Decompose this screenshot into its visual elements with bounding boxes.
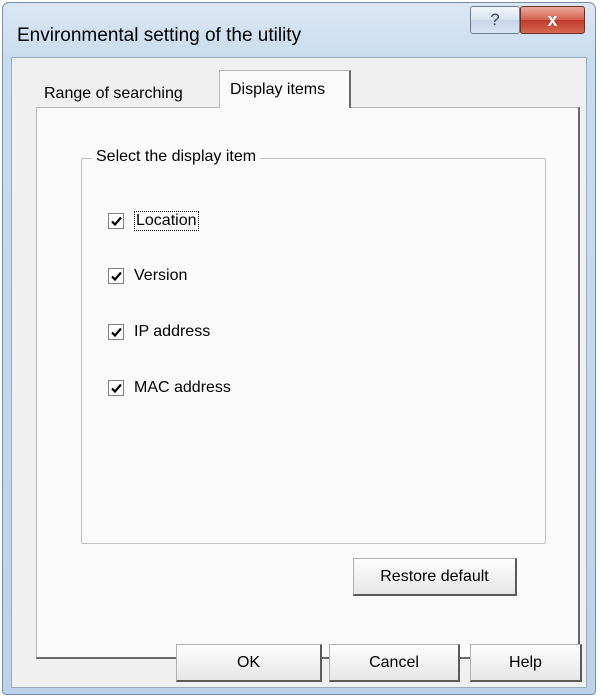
ok-button[interactable]: OK	[176, 644, 322, 682]
ok-label: OK	[236, 653, 261, 671]
version-checkbox-row[interactable]: Version	[108, 267, 187, 285]
location-checkbox-row[interactable]: Location	[108, 211, 199, 231]
tab-label: Display items	[230, 80, 326, 98]
dialog-client-area: Range of searching Select the display it…	[11, 57, 587, 688]
ip-address-label: IP address	[134, 323, 211, 340]
location-label: Location	[134, 211, 199, 231]
close-button[interactable]: x	[520, 6, 585, 34]
context-help-button[interactable]: ?	[470, 6, 520, 34]
mac-address-label: MAC address	[134, 379, 231, 396]
groupbox-label: Select the display item	[92, 148, 261, 166]
question-mark-icon: ?	[490, 10, 500, 29]
tab-panel-display-items: Select the display item Location Version	[36, 107, 580, 659]
ip-address-checkbox[interactable]	[108, 324, 124, 340]
version-checkbox[interactable]	[108, 268, 124, 284]
location-checkbox[interactable]	[108, 213, 124, 229]
mac-address-checkbox[interactable]	[108, 380, 124, 396]
display-item-groupbox: Select the display item Location Version	[81, 148, 546, 544]
checkmark-icon	[110, 327, 122, 337]
close-icon: x	[547, 9, 558, 30]
checkmark-icon	[110, 216, 122, 226]
cancel-button[interactable]: Cancel	[329, 644, 460, 682]
window-title: Environmental setting of the utility	[17, 25, 302, 46]
checkmark-icon	[110, 271, 122, 281]
dialog-window: Environmental setting of the utility ? x…	[2, 2, 596, 695]
checkmark-icon	[110, 383, 122, 393]
cancel-label: Cancel	[369, 653, 419, 671]
tab-label: Range of searching	[44, 85, 183, 102]
version-label: Version	[134, 267, 188, 284]
help-label: Help	[509, 653, 542, 671]
help-button[interactable]: Help	[470, 644, 582, 682]
title-bar[interactable]: Environmental setting of the utility ? x	[3, 3, 595, 57]
tab-display-items[interactable]: Display items	[219, 70, 351, 108]
ip-address-checkbox-row[interactable]: IP address	[108, 323, 210, 341]
restore-default-button[interactable]: Restore default	[353, 558, 517, 596]
tab-range-of-searching[interactable]: Range of searching	[36, 77, 226, 111]
mac-address-checkbox-row[interactable]: MAC address	[108, 379, 231, 397]
restore-default-label: Restore default	[380, 567, 489, 585]
